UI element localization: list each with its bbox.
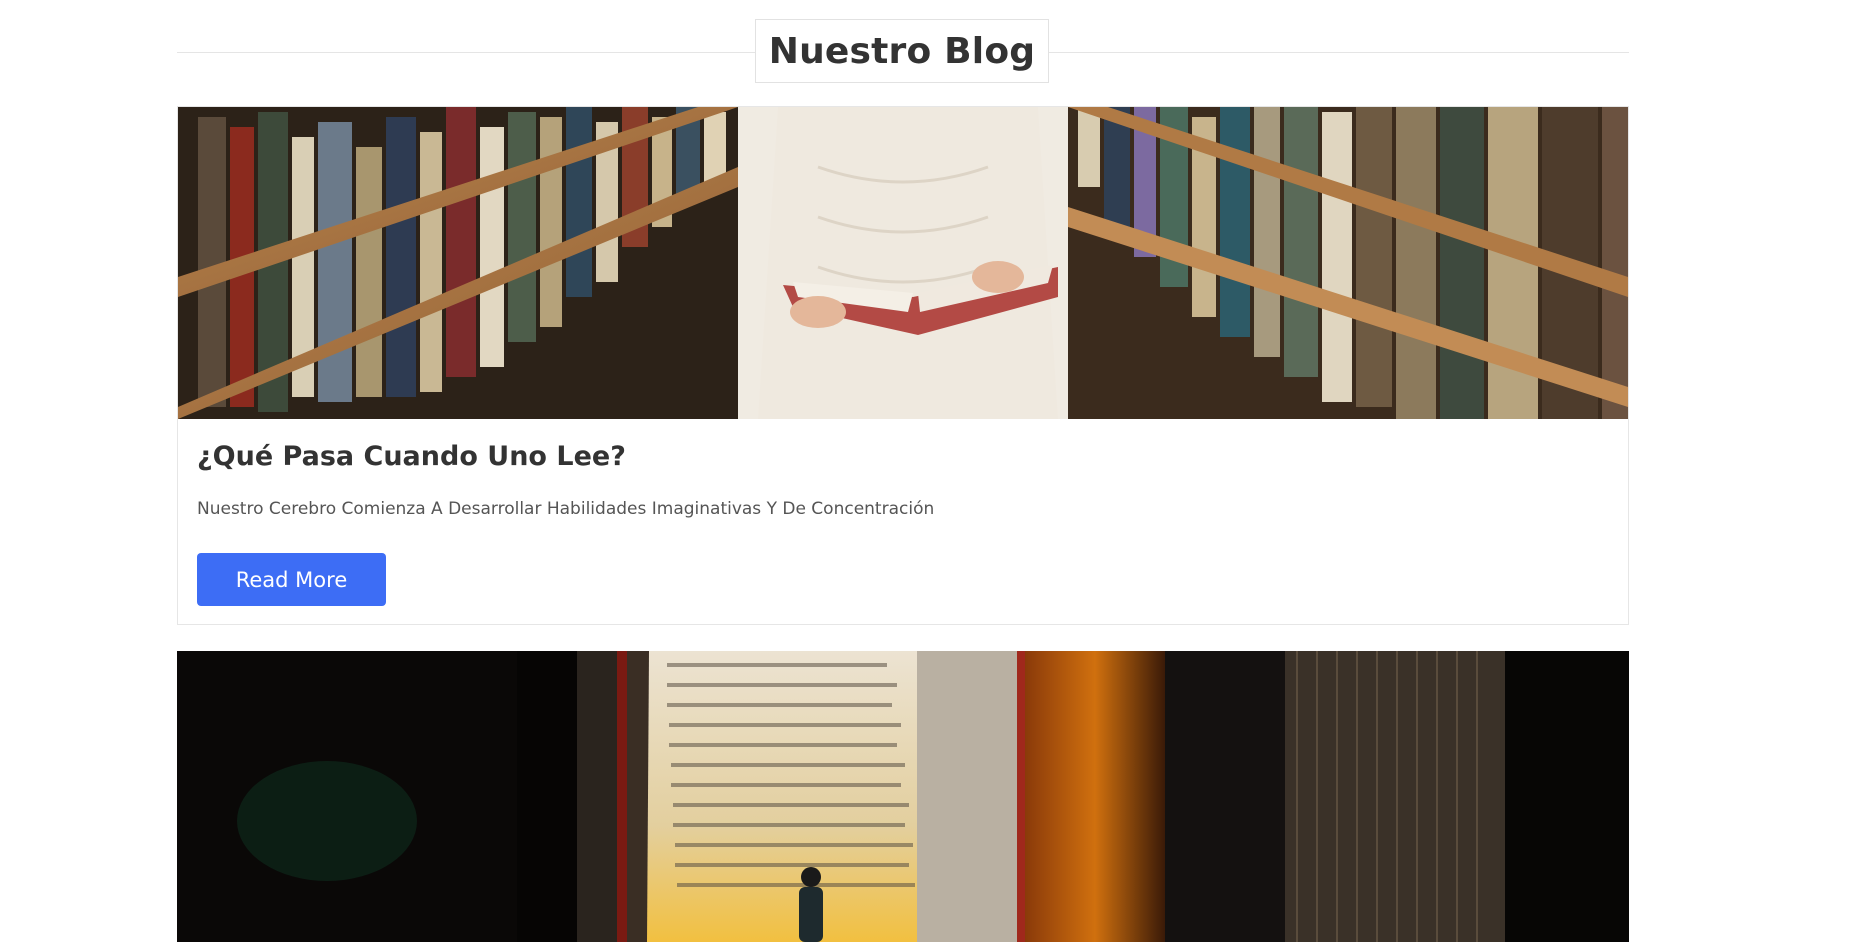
post-description: Nuestro Cerebro Comienza A Desarrollar H… (197, 499, 935, 519)
post-image-giant-book[interactable] (177, 651, 1629, 942)
library-reader-illustration (178, 107, 1628, 419)
giant-book-illustration (177, 651, 1629, 942)
post-title[interactable]: ¿Qué Pasa Cuando Uno Lee? (197, 441, 626, 472)
section-header: Nuestro Blog (177, 19, 1629, 85)
blog-post-card: ¿Qué Pasa Cuando Uno Lee? Nuestro Cerebr… (177, 106, 1629, 625)
left-bookshelf (178, 107, 738, 419)
reader-figure (738, 107, 1068, 419)
small-figure (799, 867, 823, 942)
section-title: Nuestro Blog (768, 30, 1036, 72)
read-more-button[interactable]: Read More (197, 553, 386, 606)
blog-page: Nuestro Blog ¿Qué Pasa Cuando Uno Lee? N… (0, 0, 1851, 942)
right-bookshelf (1068, 107, 1628, 419)
post-image-library-reader[interactable] (178, 107, 1628, 419)
heading-box: Nuestro Blog (755, 19, 1049, 83)
